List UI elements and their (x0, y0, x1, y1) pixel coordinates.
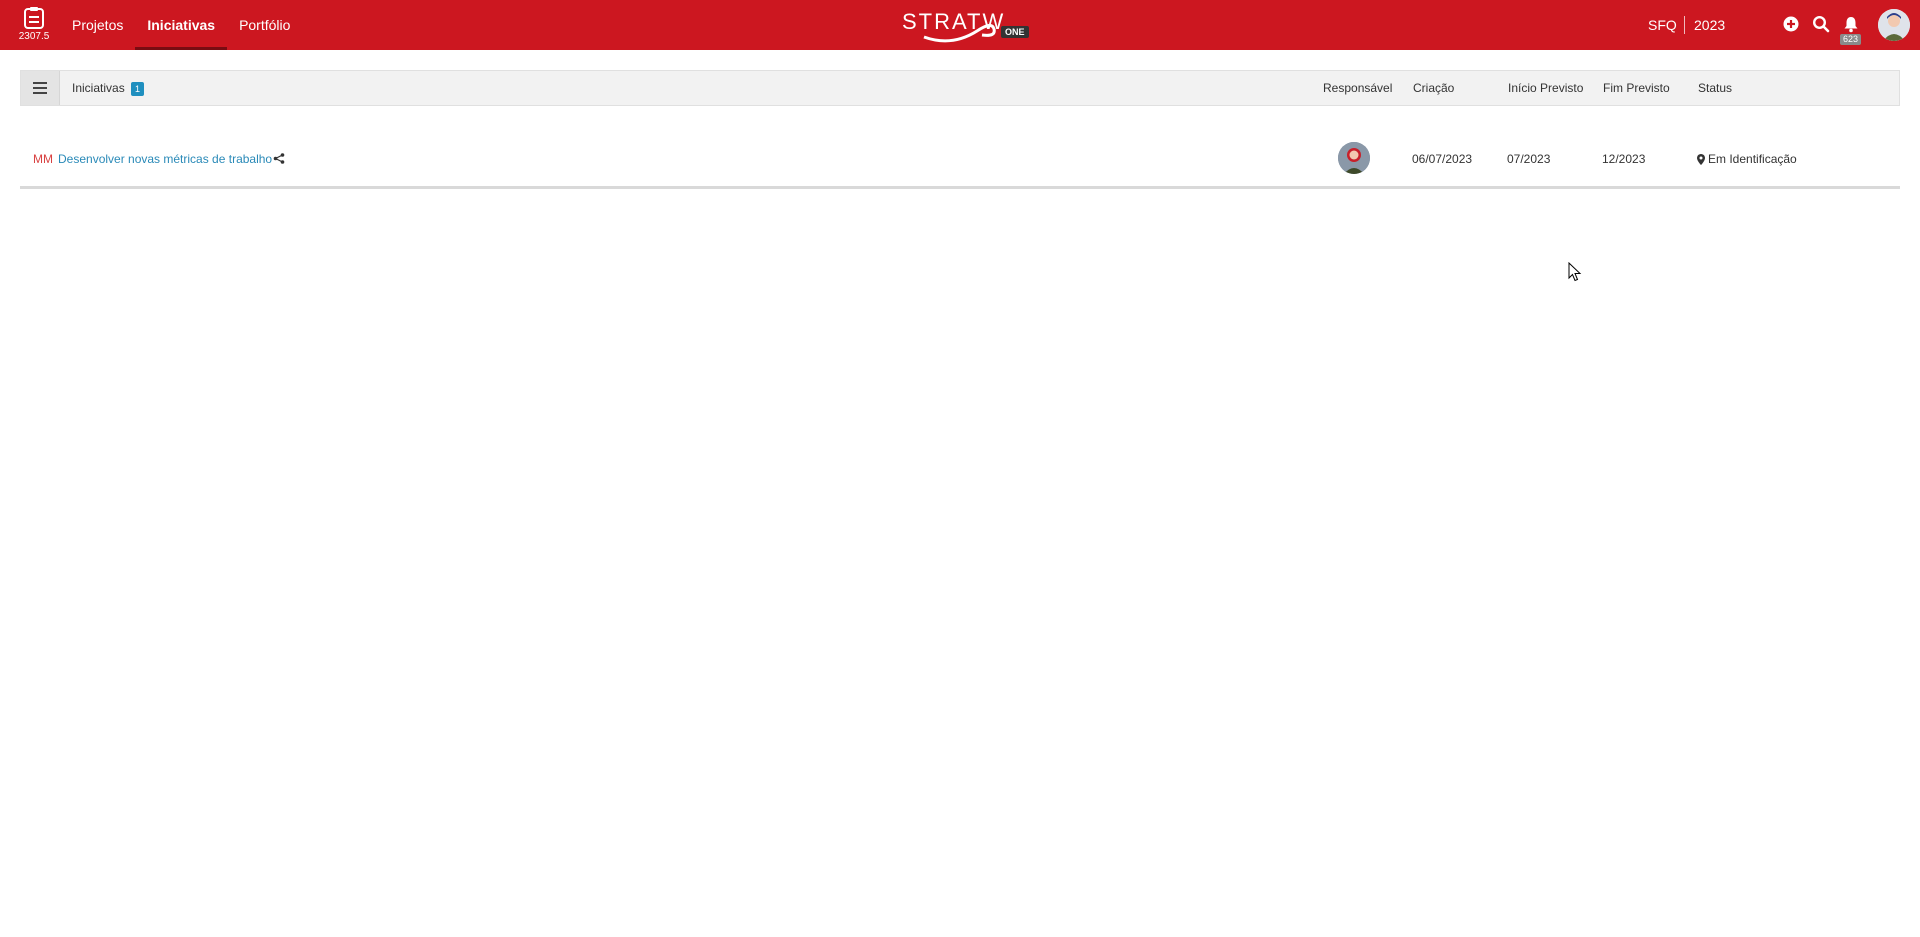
table-row[interactable]: MM Desenvolver novas métricas de trabalh… (20, 126, 1900, 189)
column-header-status[interactable]: Status (1698, 71, 1732, 105)
responsible-avatar-icon (1338, 142, 1370, 174)
menu-toggle-button[interactable] (21, 71, 60, 105)
initiative-title-link[interactable]: Desenvolver novas métricas de trabalho (58, 152, 272, 166)
clipboard-icon (24, 7, 44, 29)
initiatives-panel-header: Iniciativas 1 Responsável Criação Início… (20, 70, 1900, 106)
header-divider (1684, 16, 1685, 34)
main-nav: Projetos Iniciativas Portfólio (60, 0, 302, 50)
cell-criacao: 06/07/2023 (1412, 152, 1473, 166)
cell-status: Em Identificação (1697, 152, 1797, 166)
top-bar: 2307.5 Projetos Iniciativas Portfólio ST… (0, 0, 1920, 50)
share-icon[interactable] (273, 153, 285, 164)
nav-portfolio[interactable]: Portfólio (227, 0, 302, 50)
org-selector[interactable]: SFQ (1648, 0, 1677, 50)
app-home-button[interactable]: 2307.5 (18, 6, 50, 42)
mouse-cursor-icon (1568, 262, 1582, 282)
panel-title: Iniciativas (72, 81, 125, 95)
cell-inicio-previsto: 07/2023 (1507, 152, 1551, 166)
initiatives-count-badge: 1 (131, 82, 145, 96)
status-label: Em Identificação (1708, 152, 1797, 166)
notification-count-badge: 623 (1840, 34, 1862, 45)
user-avatar[interactable] (1878, 9, 1910, 41)
brand-badge: ONE (1001, 26, 1029, 38)
user-avatar-icon (1878, 9, 1910, 41)
brand-logo[interactable]: STRATW ONE (902, 7, 1029, 43)
hamburger-icon (33, 82, 47, 94)
year-selector[interactable]: 2023 (1694, 0, 1725, 50)
nav-projetos[interactable]: Projetos (60, 0, 135, 50)
brand-swoosh-icon (923, 24, 996, 43)
column-header-fim-previsto[interactable]: Fim Previsto (1603, 71, 1670, 105)
nav-iniciativas[interactable]: Iniciativas (135, 0, 227, 50)
column-header-responsavel[interactable]: Responsável (1323, 71, 1392, 105)
initiative-code: MM (33, 152, 53, 166)
cell-fim-previsto: 12/2023 (1602, 152, 1646, 166)
responsible-avatar[interactable] (1338, 142, 1370, 174)
app-version: 2307.5 (18, 31, 50, 42)
bell-icon[interactable] (1842, 15, 1860, 33)
plus-circle-icon[interactable] (1782, 15, 1800, 33)
search-icon[interactable] (1812, 15, 1830, 33)
column-header-inicio-previsto[interactable]: Início Previsto (1508, 71, 1583, 105)
column-header-criacao[interactable]: Criação (1413, 71, 1454, 105)
map-marker-icon (1697, 153, 1705, 165)
